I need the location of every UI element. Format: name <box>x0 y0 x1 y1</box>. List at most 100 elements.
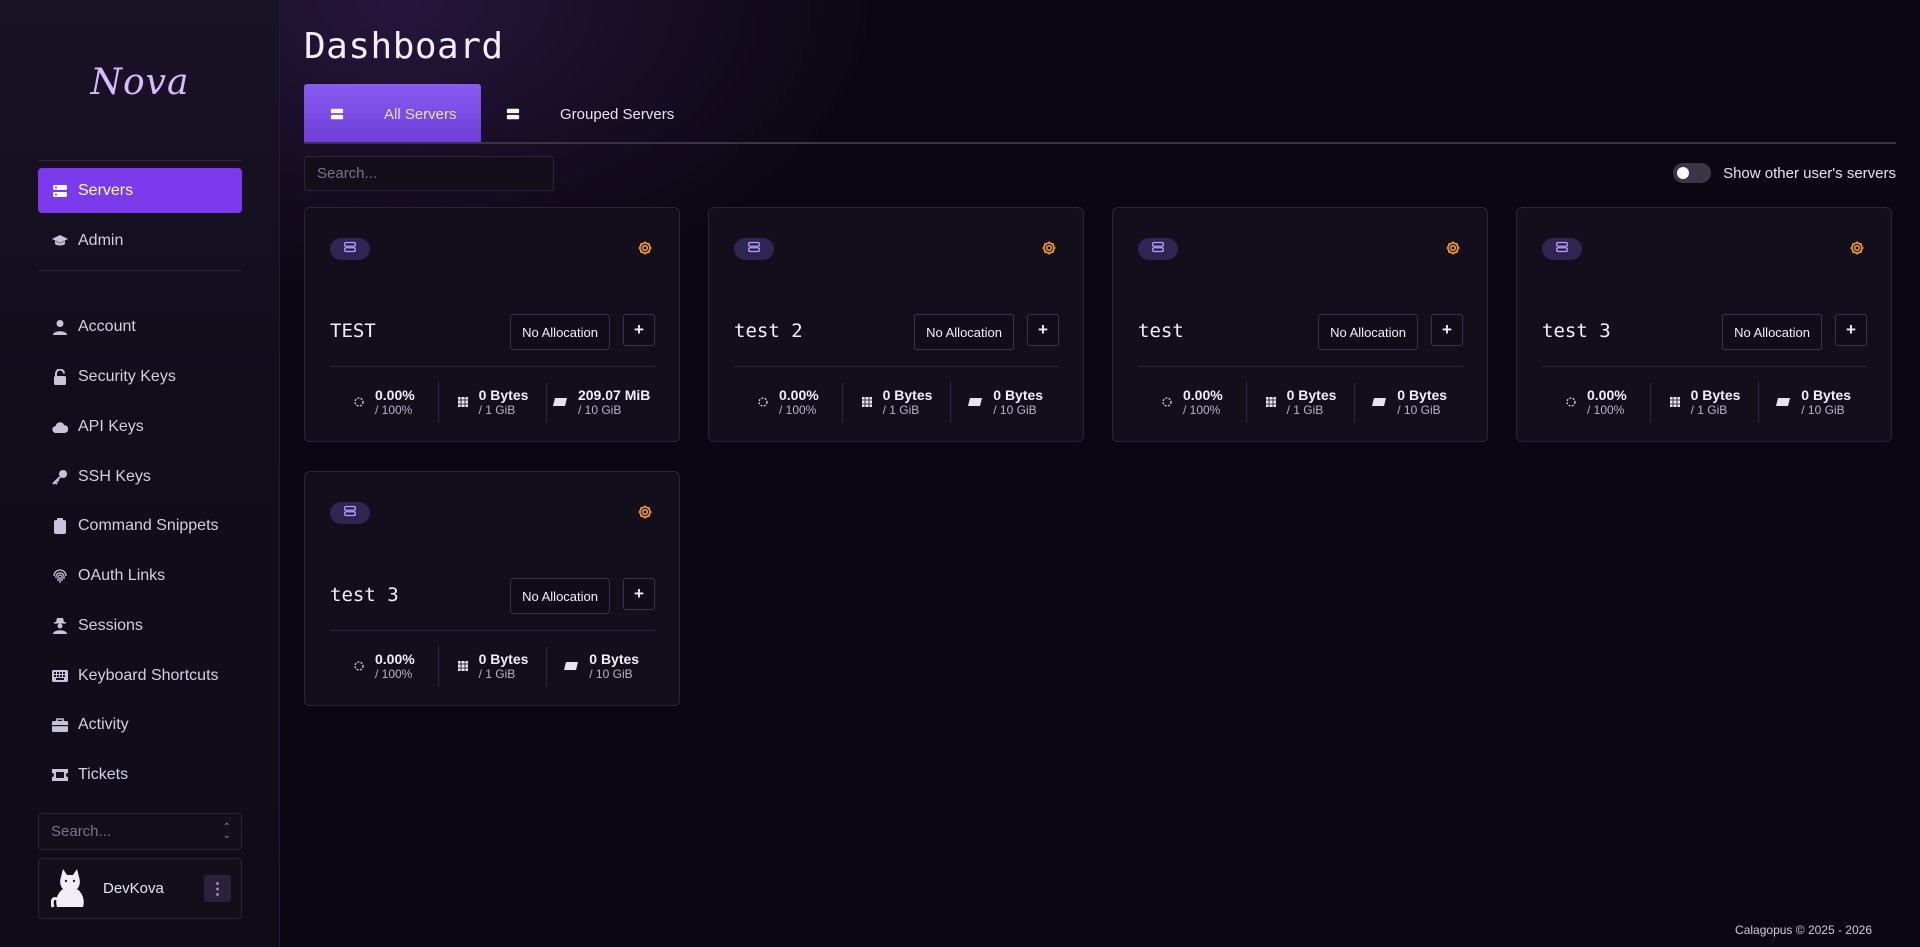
server-search-input[interactable]: Search... <box>304 156 554 191</box>
card-divider <box>330 630 655 631</box>
sidebar-search-select[interactable]: Search... ⌃ ⌄ <box>38 813 242 850</box>
allocation-button[interactable]: No Allocation <box>1318 314 1418 350</box>
card-divider <box>1542 366 1867 367</box>
cpu-limit: / 100% <box>1586 403 1625 417</box>
cpu-value: 0.00% <box>778 387 819 403</box>
graduation-cap-icon <box>52 233 68 249</box>
add-allocation-button[interactable]: + <box>1431 314 1463 346</box>
disk-limit: / 10 GiB <box>1801 403 1845 417</box>
sidebar-item-account[interactable]: Account <box>38 304 242 349</box>
disk-value: 0 Bytes <box>1801 387 1852 403</box>
memory-value: 0 Bytes <box>1286 387 1337 403</box>
divider <box>38 160 242 161</box>
memory-limit: / 1 GiB <box>1690 403 1728 417</box>
card-divider <box>1138 366 1463 367</box>
memory-limit: / 1 GiB <box>882 403 920 417</box>
sidebar-item-admin[interactable]: Admin <box>38 218 242 263</box>
toggle-label: Show other user's servers <box>1723 164 1896 182</box>
sidebar-item-label: Account <box>78 317 136 335</box>
server-icon <box>344 504 356 522</box>
sidebar-item-label: Command Snippets <box>78 516 219 534</box>
cpu-icon <box>353 660 365 672</box>
server-card[interactable]: test 2 No Allocation + 0.00%/ 100% 0 Byt… <box>708 207 1084 442</box>
user-card[interactable]: DevKova ⋮ <box>38 858 242 919</box>
user-name: DevKova <box>103 880 164 897</box>
disk-stat: 0 Bytes/ 10 GiB <box>1354 382 1463 422</box>
cpu-icon <box>353 396 365 408</box>
memory-limit: / 1 GiB <box>478 667 516 681</box>
server-icon <box>52 183 68 199</box>
footer: Calagopus © 2025 - 2026 <box>1735 923 1872 937</box>
sidebar-item-label: Keyboard Shortcuts <box>78 666 219 684</box>
add-allocation-button[interactable]: + <box>623 314 655 346</box>
sidebar-item-label: Admin <box>78 231 124 249</box>
server-card[interactable]: test 3 No Allocation + 0.00%/ 100% 0 Byt… <box>1516 207 1892 442</box>
gear-icon[interactable] <box>1445 240 1461 256</box>
cpu-stat: 0.00%/ 100% <box>1542 382 1650 422</box>
cpu-limit: / 100% <box>374 403 413 417</box>
sidebar: Nova Servers Admin Account Security Keys… <box>0 0 280 947</box>
user-menu-button[interactable]: ⋮ <box>204 875 231 902</box>
server-stats: 0.00%/ 100% 0 Bytes/ 1 GiB 0 Bytes/ 10 G… <box>734 382 1059 422</box>
fingerprint-icon <box>52 568 68 584</box>
user-secret-icon <box>52 617 68 634</box>
add-allocation-button[interactable]: + <box>1027 314 1059 346</box>
disk-limit: / 10 GiB <box>1397 403 1441 417</box>
allocation-button[interactable]: No Allocation <box>510 578 610 614</box>
sidebar-item-api-keys[interactable]: API Keys <box>38 404 242 449</box>
add-allocation-button[interactable]: + <box>1835 314 1867 346</box>
server-card[interactable]: TEST No Allocation + 0.00%/ 100% 0 Bytes… <box>304 207 680 442</box>
cpu-stat: 0.00%/ 100% <box>1138 382 1246 422</box>
key-icon <box>52 469 68 485</box>
memory-value: 0 Bytes <box>882 387 933 403</box>
search-placeholder: Search... <box>317 165 378 182</box>
show-other-users-toggle[interactable] <box>1673 163 1712 183</box>
disk-icon <box>563 660 579 672</box>
cpu-limit: / 100% <box>374 667 413 681</box>
disk-stat: 0 Bytes/ 10 GiB <box>1758 382 1867 422</box>
disk-stat: 0 Bytes/ 10 GiB <box>546 646 655 686</box>
footer-brand[interactable]: Calagopus <box>1735 923 1792 937</box>
sidebar-item-activity[interactable]: Activity <box>38 702 242 747</box>
cpu-icon <box>757 396 769 408</box>
memory-stat: 0 Bytes/ 1 GiB <box>1245 382 1355 422</box>
disk-value: 0 Bytes <box>993 387 1044 403</box>
memory-stat: 0 Bytes/ 1 GiB <box>841 382 951 422</box>
sidebar-item-command-snippets[interactable]: Command Snippets <box>38 503 242 548</box>
allocation-button[interactable]: No Allocation <box>1722 314 1822 350</box>
sidebar-item-label: Activity <box>78 715 129 733</box>
sidebar-item-security-keys[interactable]: Security Keys <box>38 354 242 399</box>
gear-icon[interactable] <box>637 240 653 256</box>
tab-all-servers[interactable]: All Servers <box>304 84 481 144</box>
memory-icon <box>1265 396 1277 408</box>
card-divider <box>734 366 1059 367</box>
disk-stat: 0 Bytes/ 10 GiB <box>950 382 1059 422</box>
memory-limit: / 1 GiB <box>478 403 516 417</box>
disk-value: 209.07 MiB <box>577 387 651 403</box>
gear-icon[interactable] <box>1849 240 1865 256</box>
allocation-button[interactable]: No Allocation <box>914 314 1014 350</box>
sidebar-item-sessions[interactable]: Sessions <box>38 603 242 648</box>
server-card[interactable]: test No Allocation + 0.00%/ 100% 0 Bytes… <box>1112 207 1488 442</box>
disk-value: 0 Bytes <box>1397 387 1448 403</box>
sidebar-item-keyboard-shortcuts[interactable]: Keyboard Shortcuts <box>38 653 242 698</box>
memory-stat: 0 Bytes/ 1 GiB <box>1649 382 1759 422</box>
cpu-value: 0.00% <box>374 651 415 667</box>
clipboard-icon <box>52 517 68 534</box>
gear-icon[interactable] <box>637 504 653 520</box>
sidebar-item-oauth-links[interactable]: OAuth Links <box>38 553 242 598</box>
sidebar-item-label: Sessions <box>78 616 143 634</box>
server-card[interactable]: test 3 No Allocation + 0.00%/ 100% 0 Byt… <box>304 471 680 706</box>
gear-icon[interactable] <box>1041 240 1057 256</box>
add-allocation-button[interactable]: + <box>623 578 655 610</box>
server-icon <box>1556 240 1568 258</box>
avatar <box>50 868 87 909</box>
sidebar-item-ssh-keys[interactable]: SSH Keys <box>38 454 242 499</box>
tab-grouped-servers[interactable]: Grouped Servers <box>504 84 674 144</box>
sidebar-item-servers[interactable]: Servers <box>38 168 242 213</box>
allocation-button[interactable]: No Allocation <box>510 314 610 350</box>
logo[interactable]: Nova <box>0 62 280 103</box>
lock-open-icon <box>52 368 68 385</box>
sidebar-item-tickets[interactable]: Tickets <box>38 752 242 797</box>
memory-icon <box>1669 396 1681 408</box>
